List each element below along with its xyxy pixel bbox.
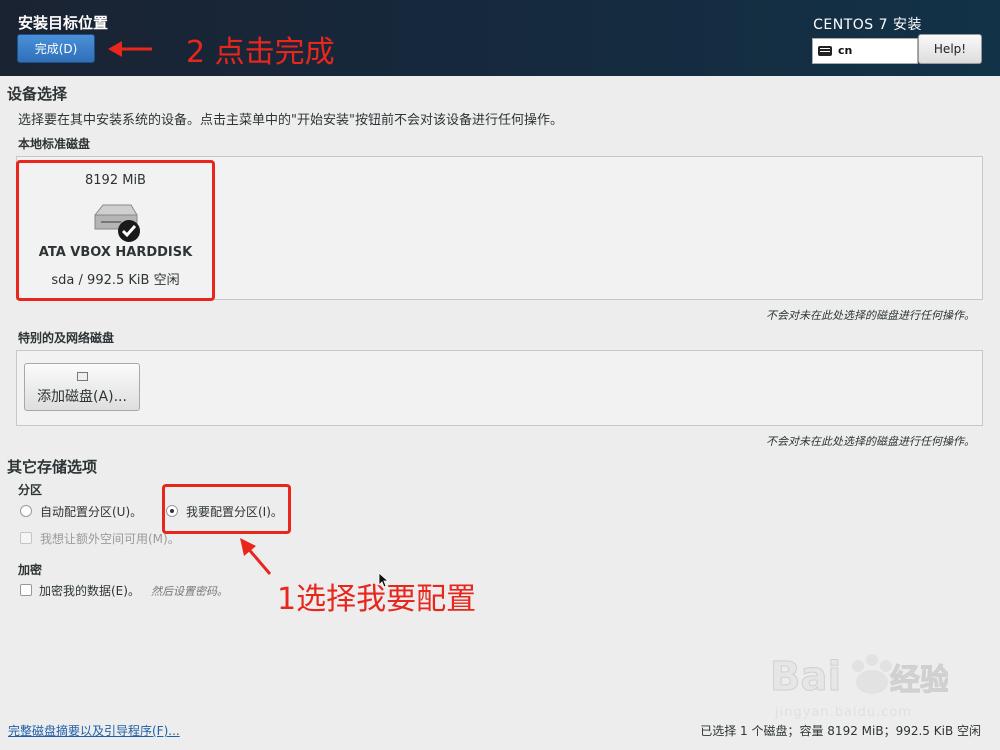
svg-text:Bai: Bai (770, 654, 841, 700)
help-button[interactable]: Help! (918, 34, 982, 64)
annotation-done: 2 点击完成 (186, 35, 335, 70)
local-disks-note: 不会对未在此处选择的磁盘进行任何操作。 (766, 309, 975, 322)
watermark-url: jingyan.baidu.com (775, 705, 912, 720)
keyboard-icon (818, 46, 832, 56)
selection-status: 已选择 1 个磁盘；容量 8192 MiB；992.5 KiB 空闲 (700, 724, 981, 738)
partition-title: 分区 (18, 483, 43, 497)
page-title: 安装目标位置 (18, 14, 109, 32)
add-disk-label: 添加磁盘(A)... (37, 389, 127, 405)
disk-sda[interactable]: 8192 MiB ATA VBOX HARDDISK sda / 992.5 K… (16, 160, 215, 301)
svg-text:经验: 经验 (890, 663, 948, 698)
annotation-arrow-done (108, 41, 152, 57)
extra-space-checkbox[interactable] (20, 532, 32, 544)
annotation-highlight-manual (162, 484, 291, 534)
mouse-cursor-icon (378, 572, 390, 588)
done-button[interactable]: 完成(D) (17, 34, 95, 63)
extra-space-label: 我想让额外空间可用(M)。 (40, 532, 180, 546)
auto-partition-radio[interactable] (20, 505, 32, 517)
special-disks-note: 不会对未在此处选择的磁盘进行任何操作。 (766, 435, 975, 448)
other-storage-title: 其它存储选项 (7, 458, 98, 476)
annotation-arrow-select (240, 538, 272, 575)
auto-partition-label[interactable]: 自动配置分区(U)。 (40, 503, 142, 520)
product-title: CENTOS 7 安装 (813, 17, 922, 33)
disk-add-icon (77, 372, 88, 381)
harddisk-selected-icon (94, 204, 140, 242)
encryption-title: 加密 (18, 563, 43, 577)
special-disks-title: 特别的及网络磁盘 (18, 331, 115, 345)
add-disk-button[interactable]: 添加磁盘(A)... (24, 363, 140, 411)
encrypt-checkbox[interactable] (20, 584, 32, 596)
device-selection-title: 设备选择 (7, 85, 68, 103)
encrypt-label[interactable]: 加密我的数据(E)。 (39, 582, 140, 599)
disk-free-space: sda / 992.5 KiB 空闲 (51, 273, 180, 288)
header-bar: 安装目标位置 完成(D) CENTOS 7 安装 cn Help! 2 点击完成 (0, 0, 1000, 76)
annotation-select: 1选择我要配置 (277, 582, 477, 617)
encrypt-hint: 然后设置密码。 (151, 585, 228, 598)
local-disks-title: 本地标准磁盘 (18, 137, 91, 151)
baidu-jingyan-watermark-logo: Bai 经验 (770, 654, 949, 701)
device-selection-description: 选择要在其中安装系统的设备。点击主菜单中的"开始安装"按钮前不会对该设备进行任何… (18, 113, 563, 128)
keyboard-layout-indicator[interactable]: cn (812, 38, 918, 64)
disk-size: 8192 MiB (85, 173, 146, 188)
disk-name: ATA VBOX HARDDISK (38, 245, 193, 260)
keyboard-layout-label: cn (838, 44, 853, 57)
full-disk-summary-link[interactable]: 完整磁盘摘要以及引导程序(F)... (8, 722, 180, 739)
special-disks-panel (16, 350, 983, 426)
